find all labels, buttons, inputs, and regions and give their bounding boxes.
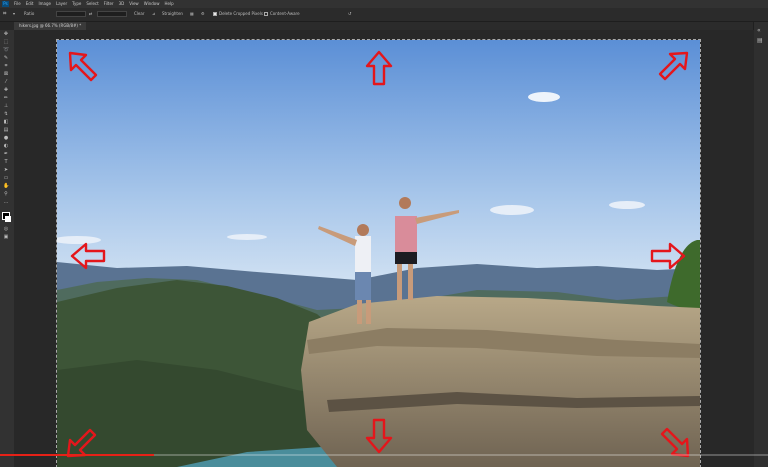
video-progress-played	[0, 454, 154, 456]
content-aware-checkbox[interactable]	[264, 12, 268, 16]
menu-items: File Edit Image Layer Type Select Filter…	[14, 0, 174, 8]
menu-filter[interactable]: Filter	[104, 0, 114, 8]
swap-icon[interactable]: ⇄	[89, 11, 92, 17]
document-tab-bar: hikers.jpg @ 66.7% (RGB/8#) *	[14, 22, 768, 30]
more-tools-icon[interactable]: …	[3, 200, 9, 205]
crop-tool-icon[interactable]: ⌗	[3, 11, 6, 17]
eraser-tool-icon[interactable]: ◧	[3, 120, 9, 125]
gear-icon[interactable]: ⚙	[201, 11, 205, 17]
cloud	[227, 234, 267, 240]
panel-dock: « ▤	[753, 22, 768, 467]
menu-bar: Ps File Edit Image Layer Type Select Fil…	[0, 0, 768, 8]
straighten-icon[interactable]: ⊿	[152, 11, 155, 17]
tools-panel: ✥ ⬚ ➰ ✎ ⌗ ⊠ ⁄ ✚ ✏ ⊥ ↯ ◧ ▤ ● ◐ ✒ T ➤ ▭ ✋ …	[0, 30, 14, 467]
cloud	[490, 205, 534, 215]
menu-3d[interactable]: 3D	[119, 0, 125, 8]
menu-file[interactable]: File	[14, 0, 21, 8]
eyedropper-tool-icon[interactable]: ⁄	[3, 80, 9, 85]
blur-tool-icon[interactable]: ●	[3, 136, 9, 141]
hand-tool-icon[interactable]: ✋	[3, 184, 9, 189]
ratio-dropdown[interactable]: Ratio	[24, 11, 34, 17]
zoom-tool-icon[interactable]: ⚲	[3, 192, 9, 197]
ratio-height-input[interactable]	[97, 11, 127, 17]
menu-select[interactable]: Select	[86, 0, 98, 8]
menu-window[interactable]: Window	[144, 0, 160, 8]
menu-edit[interactable]: Edit	[26, 0, 34, 8]
path-select-tool-icon[interactable]: ➤	[3, 168, 9, 173]
photoshop-logo-icon: Ps	[2, 1, 9, 7]
video-progress-bar[interactable]	[0, 454, 768, 456]
ratio-width-input[interactable]	[56, 11, 86, 17]
delete-cropped-label: Delete Cropped Pixels	[219, 11, 263, 16]
marquee-tool-icon[interactable]: ⬚	[3, 40, 9, 45]
menu-layer[interactable]: Layer	[56, 0, 67, 8]
grid-overlay-icon[interactable]: ▦	[190, 11, 194, 17]
move-tool-icon[interactable]: ✥	[3, 32, 9, 37]
gradient-tool-icon[interactable]: ▤	[3, 128, 9, 133]
clear-button[interactable]: Clear	[134, 11, 144, 17]
arrow-right-icon	[650, 242, 686, 270]
pen-tool-icon[interactable]: ✒	[3, 152, 9, 157]
photo-scene	[57, 40, 700, 467]
delete-cropped-checkbox[interactable]	[213, 12, 217, 16]
screen-mode-icon[interactable]: ▣	[3, 235, 9, 240]
history-brush-tool-icon[interactable]: ↯	[3, 112, 9, 117]
quick-select-tool-icon[interactable]: ✎	[3, 56, 9, 61]
collapse-panels-icon[interactable]: «	[757, 28, 761, 34]
crop-tool-icon[interactable]: ⌗	[3, 64, 9, 69]
options-bar: ⌗ ▾ Ratio ⇄ Clear ⊿ Straighten ▦ ⚙ Delet…	[0, 8, 768, 22]
arrow-up-left-icon	[68, 51, 98, 82]
healing-brush-tool-icon[interactable]: ✚	[3, 88, 9, 93]
frame-tool-icon[interactable]: ⊠	[3, 72, 9, 77]
document-tab[interactable]: hikers.jpg @ 66.7% (RGB/8#) *	[14, 22, 87, 30]
cloud	[609, 201, 645, 209]
content-aware-label: Content-Aware	[270, 11, 300, 16]
background-color-swatch[interactable]	[5, 216, 11, 222]
reset-icon[interactable]: ↺	[348, 11, 351, 17]
menu-image[interactable]: Image	[38, 0, 51, 8]
chevron-down-icon[interactable]: ▾	[13, 11, 15, 17]
menu-view[interactable]: View	[129, 0, 139, 8]
brush-tool-icon[interactable]: ✏	[3, 96, 9, 101]
arrow-up-icon	[365, 50, 393, 86]
panel-icon[interactable]: ▤	[757, 38, 763, 44]
quick-mask-icon[interactable]: ◎	[3, 227, 9, 232]
arrow-down-icon	[365, 418, 393, 454]
clone-stamp-tool-icon[interactable]: ⊥	[3, 104, 9, 109]
dodge-tool-icon[interactable]: ◐	[3, 144, 9, 149]
menu-type[interactable]: Type	[72, 0, 81, 8]
arrow-left-icon	[70, 242, 106, 270]
rectangle-tool-icon[interactable]: ▭	[3, 176, 9, 181]
arrow-up-right-icon	[658, 51, 689, 81]
lasso-tool-icon[interactable]: ➰	[3, 48, 9, 53]
straighten-button[interactable]: Straighten	[162, 11, 183, 17]
cloud	[528, 92, 560, 102]
type-tool-icon[interactable]: T	[3, 160, 9, 165]
menu-help[interactable]: Help	[164, 0, 173, 8]
document-image[interactable]	[56, 39, 701, 467]
